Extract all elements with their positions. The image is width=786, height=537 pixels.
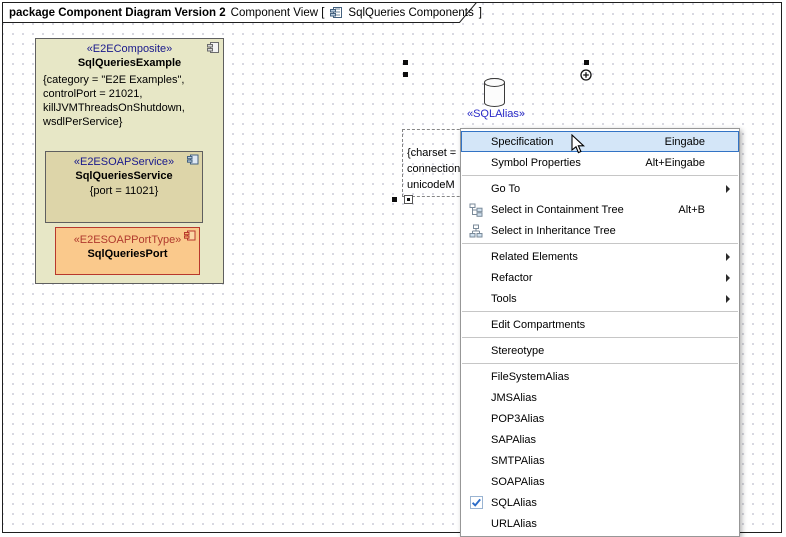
menu-item-edit-compartments[interactable]: Edit Compartments [461, 314, 739, 335]
menu-icon-placeholder [467, 412, 485, 426]
menu-item-label: FileSystemAlias [491, 371, 731, 383]
submenu-arrow-icon [726, 185, 730, 193]
menu-item-label: Tools [491, 293, 731, 305]
composite-properties: {category = "E2E Examples", controlPort … [36, 70, 223, 132]
port-component-icon [184, 230, 196, 241]
diagram-frame-title: package Component Diagram Version 2 Comp… [9, 4, 482, 21]
menu-item-stereotype[interactable]: Stereotype [461, 340, 739, 361]
menu-item-label: SAPAlias [491, 434, 731, 446]
menu-shortcut: Alt+B [678, 204, 705, 216]
service-stereotype: «E2ESOAPService» [46, 152, 202, 169]
menu-item-filesystemalias[interactable]: FileSystemAlias [461, 366, 739, 387]
menu-item-label: Refactor [491, 272, 731, 284]
menu-item-label: SMTPAlias [491, 455, 731, 467]
menu-icon-placeholder [467, 156, 485, 170]
submenu-arrow-icon [726, 295, 730, 303]
service-component-icon [187, 154, 199, 165]
service-component[interactable]: «E2ESOAPService» SqlQueriesService {port… [45, 151, 203, 223]
menu-item-label: JMSAlias [491, 392, 731, 404]
submenu-arrow-icon [726, 274, 730, 282]
frame-diagram-name: SqlQueries Components [348, 7, 473, 19]
menu-item-label: POP3Alias [491, 413, 731, 425]
collapse-handle-icon[interactable] [404, 195, 413, 204]
service-name: SqlQueriesService [46, 169, 202, 183]
selection-handle[interactable] [403, 60, 408, 65]
menu-item-label: Related Elements [491, 251, 731, 263]
menu-icon-placeholder [467, 182, 485, 196]
mouse-cursor-icon [571, 134, 585, 155]
selection-handle[interactable] [403, 72, 408, 77]
application-window: package Component Diagram Version 2 Comp… [0, 0, 786, 537]
menu-icon-placeholder [467, 517, 485, 531]
menu-item-label: SQLAlias [491, 497, 731, 509]
frame-title-package: package Component Diagram Version 2 [9, 7, 226, 19]
frame-title-view: Component View [ [231, 7, 325, 19]
composite-stereotype: «E2EComposite» [36, 39, 223, 56]
menu-icon-placeholder [467, 391, 485, 405]
menu-icon-placeholder [467, 135, 485, 149]
composite-component-icon [206, 41, 220, 54]
menu-item-sapalias[interactable]: SAPAlias [461, 429, 739, 450]
menu-shortcut: Eingabe [665, 136, 705, 148]
menu-item-urlalias[interactable]: URLAlias [461, 513, 739, 534]
menu-icon-placeholder [467, 370, 485, 384]
menu-item-soapalias[interactable]: SOAPAlias [461, 471, 739, 492]
frame-title-close-bracket: ] [479, 7, 482, 19]
menu-item-symbol-properties[interactable]: Symbol PropertiesAlt+Eingabe [461, 152, 739, 173]
menu-icon-placeholder [467, 292, 485, 306]
port-component[interactable]: «E2ESOAPPortType» SqlQueriesPort [55, 227, 200, 275]
menu-item-select-in-containment-tree[interactable]: Select in Containment TreeAlt+B [461, 199, 739, 220]
menu-item-label: SOAPAlias [491, 476, 731, 488]
menu-separator [462, 311, 738, 312]
component-diagram-icon [329, 6, 343, 19]
menu-icon-placeholder [467, 318, 485, 332]
menu-item-label: Stereotype [491, 345, 731, 357]
service-properties: {port = 11021} [46, 183, 202, 198]
menu-icon-placeholder [467, 475, 485, 489]
menu-item-label: Select in Inheritance Tree [491, 225, 731, 237]
menu-item-label: Go To [491, 183, 731, 195]
menu-item-refactor[interactable]: Refactor [461, 267, 739, 288]
context-menu: SpecificationEingabeSymbol PropertiesAlt… [460, 128, 740, 537]
menu-item-related-elements[interactable]: Related Elements [461, 246, 739, 267]
menu-item-smtpalias[interactable]: SMTPAlias [461, 450, 739, 471]
menu-shortcut: Alt+Eingabe [645, 157, 705, 169]
inheritance-tree-icon [467, 224, 485, 238]
menu-item-go-to[interactable]: Go To [461, 178, 739, 199]
sqlalias-label: «SQLAlias» [450, 108, 542, 120]
checkmark-icon [467, 496, 485, 510]
menu-separator [462, 243, 738, 244]
selection-handle[interactable] [392, 197, 397, 202]
selection-handle[interactable] [584, 60, 589, 65]
port-stereotype: «E2ESOAPPortType» [56, 228, 199, 247]
menu-item-jmsalias[interactable]: JMSAlias [461, 387, 739, 408]
menu-separator [462, 175, 738, 176]
port-name: SqlQueriesPort [56, 247, 199, 261]
database-cylinder-icon[interactable] [483, 77, 506, 108]
menu-icon-placeholder [467, 344, 485, 358]
containment-tree-icon [467, 203, 485, 217]
composite-name: SqlQueriesExample [36, 56, 223, 70]
menu-item-tools[interactable]: Tools [461, 288, 739, 309]
menu-item-label: Edit Compartments [491, 319, 731, 331]
composite-component[interactable]: «E2EComposite» SqlQueriesExample {catego… [35, 38, 224, 284]
menu-item-sqlalias[interactable]: SQLAlias [461, 492, 739, 513]
submenu-arrow-icon [726, 253, 730, 261]
menu-item-specification[interactable]: SpecificationEingabe [461, 131, 739, 152]
menu-separator [462, 337, 738, 338]
plus-handle-icon[interactable] [580, 69, 592, 81]
menu-separator [462, 363, 738, 364]
menu-item-select-in-inheritance-tree[interactable]: Select in Inheritance Tree [461, 220, 739, 241]
menu-icon-placeholder [467, 454, 485, 468]
menu-icon-placeholder [467, 271, 485, 285]
menu-icon-placeholder [467, 433, 485, 447]
menu-item-label: URLAlias [491, 518, 731, 530]
menu-icon-placeholder [467, 250, 485, 264]
menu-item-pop3alias[interactable]: POP3Alias [461, 408, 739, 429]
